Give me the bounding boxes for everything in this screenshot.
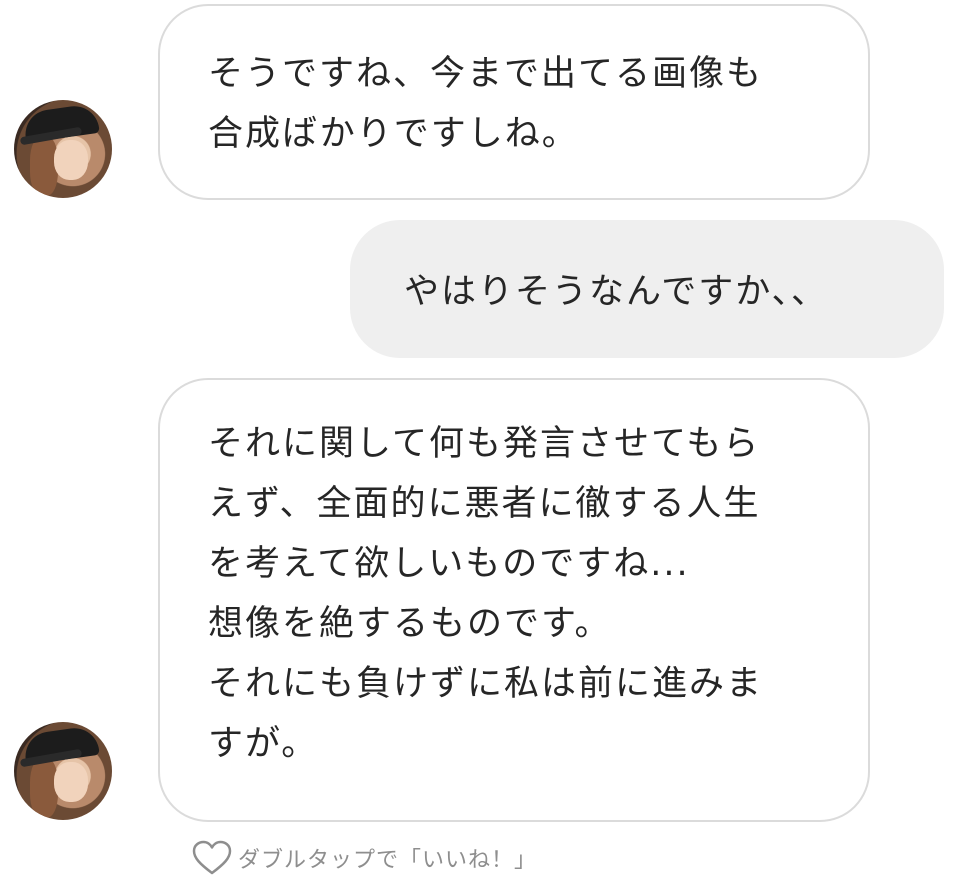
message-text-line: そうですね、今まで出てる画像も (208, 54, 764, 94)
message-text-line: 合成ばかりですしね。 (208, 114, 579, 154)
message-text-line: を考えて欲しいものですね... (208, 544, 690, 584)
message-text-line: 想像を絶するものです。 (208, 604, 612, 644)
message-bubble-received[interactable]: それに関して何も発言させてもら えず、全面的に悪者に徹する人生 を考えて欲しいも… (158, 378, 870, 822)
double-tap-like-hint[interactable]: ダブルタップで「いいね！」 (192, 838, 537, 878)
heart-outline-icon (192, 840, 232, 875)
message-text-line: やはりそうなんですか、、 (404, 272, 829, 312)
message-text-line: すが。 (208, 724, 319, 764)
message-bubble-sent[interactable]: やはりそうなんですか、、 (350, 220, 944, 358)
message-text-line: えず、全面的に悪者に徹する人生 (208, 484, 761, 524)
message-text-line: それに関して何も発言させてもら (208, 424, 761, 464)
like-hint-text: ダブルタップで「いいね！」 (238, 848, 538, 873)
message-bubble-received[interactable]: そうですね、今まで出てる画像も 合成ばかりですしね。 (158, 4, 870, 200)
avatar[interactable] (14, 722, 112, 820)
avatar[interactable] (14, 100, 112, 198)
message-text-line: それにも負けずに私は前に進みま (208, 664, 764, 704)
